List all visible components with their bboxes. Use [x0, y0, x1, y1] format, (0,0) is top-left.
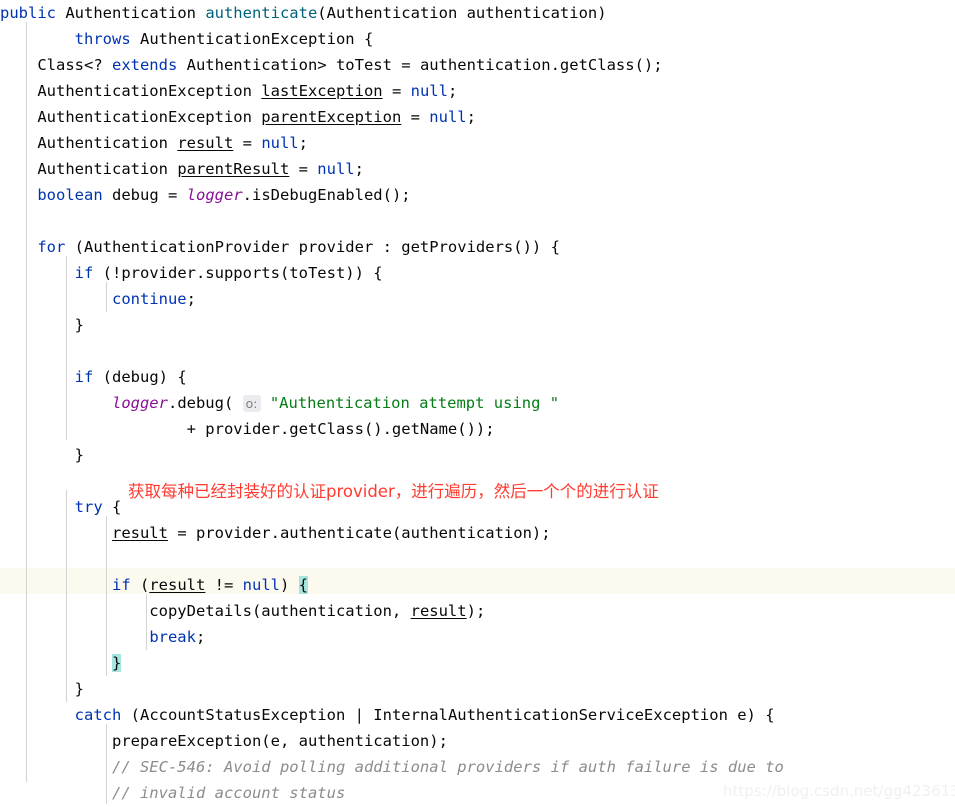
red-chinese-annotation: 获取每种已经封装好的认证provider，进行遍历，然后一个个的进行认证 [128, 482, 659, 501]
overlay-layer: 获取每种已经封装好的认证provider，进行遍历，然后一个个的进行认证 htt… [0, 0, 955, 807]
csdn-watermark: https://blog.csdn.net/gg4236131 [723, 782, 955, 800]
code-editor[interactable]: public Authentication authenticate(Authe… [0, 0, 955, 807]
